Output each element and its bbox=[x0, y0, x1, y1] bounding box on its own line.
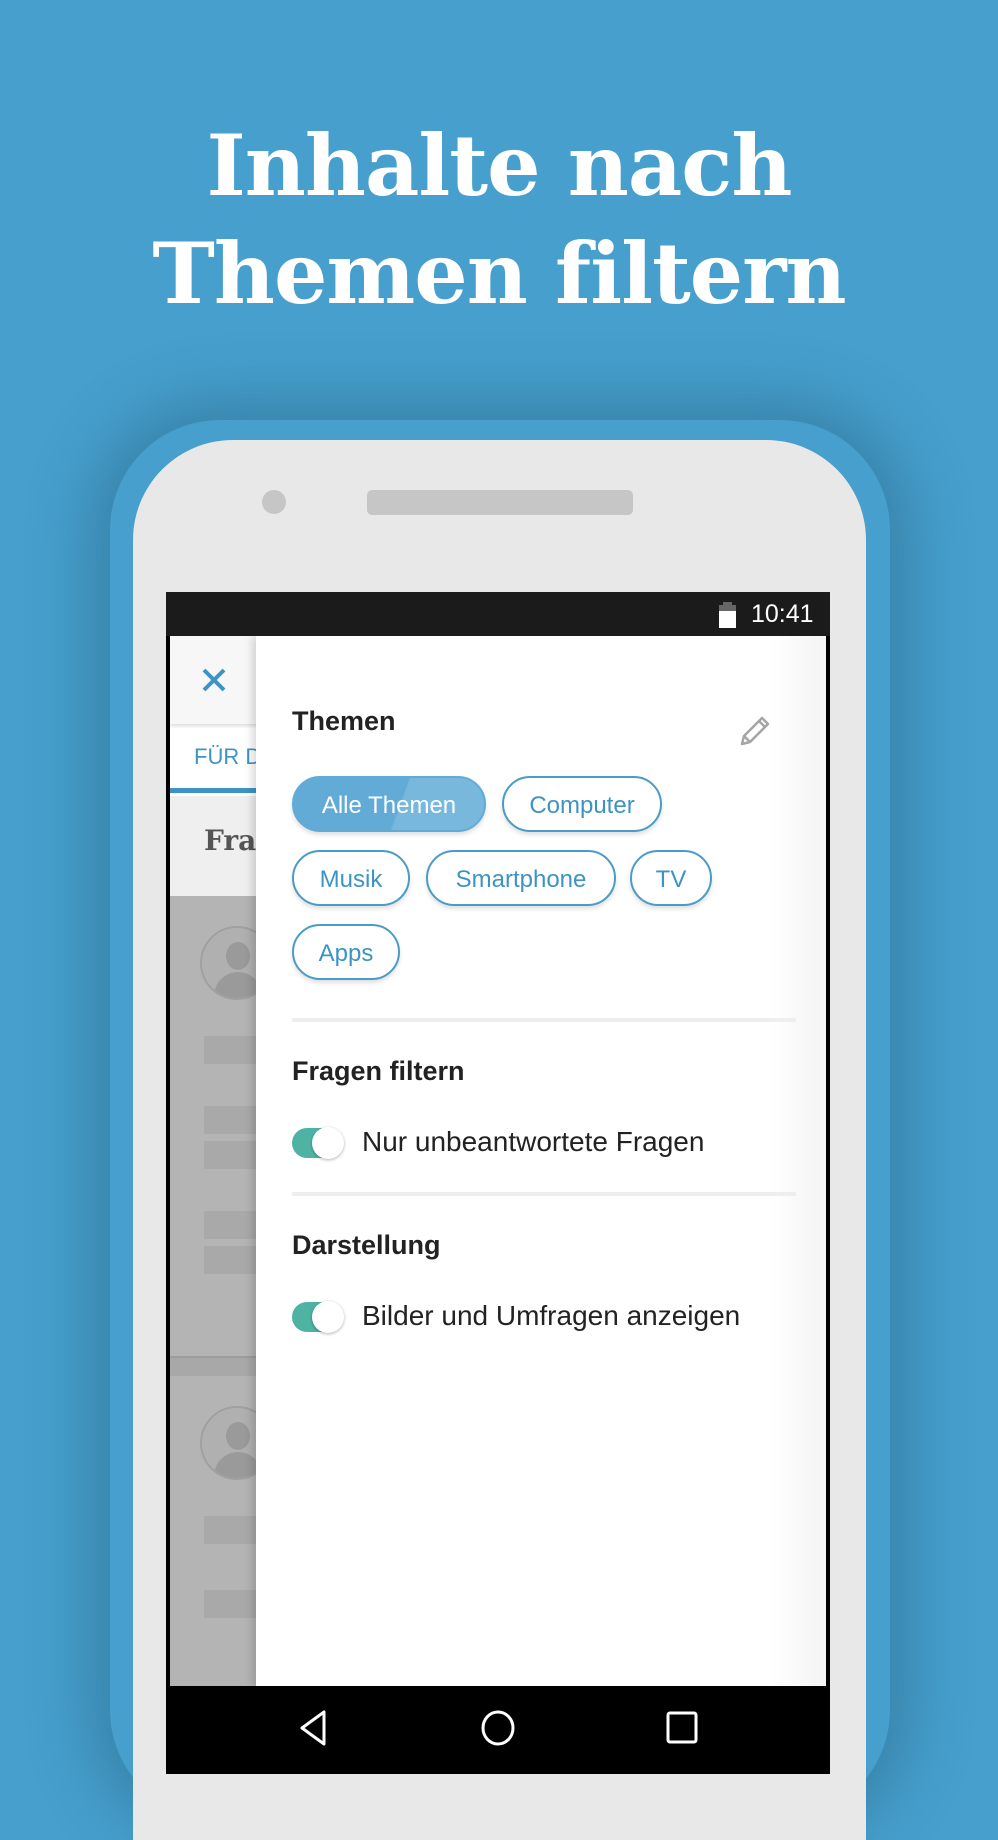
navigation-bar bbox=[166, 1686, 830, 1774]
unanswered-only-toggle[interactable] bbox=[292, 1127, 346, 1159]
chip-alle-themen[interactable]: Alle Themen bbox=[292, 776, 486, 832]
question-filter-title: Fragen filtern bbox=[292, 1056, 465, 1086]
recents-icon bbox=[666, 1711, 698, 1744]
pencil-icon bbox=[740, 716, 770, 746]
headline-line-1: Inhalte nach bbox=[206, 116, 793, 215]
display-title: Darstellung bbox=[292, 1230, 441, 1260]
phone-screen: 10:41 FÜR D Frag Themen Alle Themen Comp… bbox=[166, 592, 830, 1774]
headline: Inhalte nach Themen filtern bbox=[0, 112, 998, 328]
tab-fuer-dich[interactable]: FÜR D bbox=[194, 744, 261, 770]
edit-topics-button[interactable] bbox=[734, 710, 774, 750]
back-button[interactable] bbox=[294, 1706, 338, 1750]
home-button[interactable] bbox=[476, 1706, 520, 1750]
toggle-row-images-polls: Bilder und Umfragen anzeigen bbox=[292, 1300, 792, 1340]
battery-icon bbox=[719, 602, 736, 628]
close-icon bbox=[202, 668, 226, 692]
back-icon bbox=[300, 1710, 326, 1746]
chip-computer[interactable]: Computer bbox=[502, 776, 662, 832]
chip-tv[interactable]: TV bbox=[630, 850, 712, 906]
images-polls-toggle[interactable] bbox=[292, 1301, 346, 1333]
divider bbox=[292, 1018, 796, 1022]
app-content: FÜR D Frag Themen Alle Themen Computer M… bbox=[170, 636, 826, 1686]
home-icon bbox=[481, 1710, 515, 1746]
chip-smartphone[interactable]: Smartphone bbox=[426, 850, 616, 906]
images-polls-label: Bilder und Umfragen anzeigen bbox=[362, 1300, 741, 1331]
chip-musik[interactable]: Musik bbox=[292, 850, 410, 906]
recents-button[interactable] bbox=[660, 1706, 704, 1750]
toggle-row-unanswered: Nur unbeantwortete Fragen bbox=[292, 1126, 792, 1166]
phone-camera bbox=[262, 490, 286, 514]
status-bar: 10:41 bbox=[166, 592, 830, 636]
phone-speaker bbox=[367, 490, 633, 515]
status-time: 10:41 bbox=[751, 600, 814, 628]
filter-panel: Themen Alle Themen Computer Musik Smartp… bbox=[256, 636, 826, 1686]
topics-title: Themen bbox=[292, 706, 396, 736]
close-button[interactable] bbox=[196, 662, 232, 698]
divider bbox=[292, 1192, 796, 1196]
headline-line-2: Themen filtern bbox=[152, 224, 846, 323]
chip-apps[interactable]: Apps bbox=[292, 924, 400, 980]
unanswered-only-label: Nur unbeantwortete Fragen bbox=[362, 1126, 705, 1157]
